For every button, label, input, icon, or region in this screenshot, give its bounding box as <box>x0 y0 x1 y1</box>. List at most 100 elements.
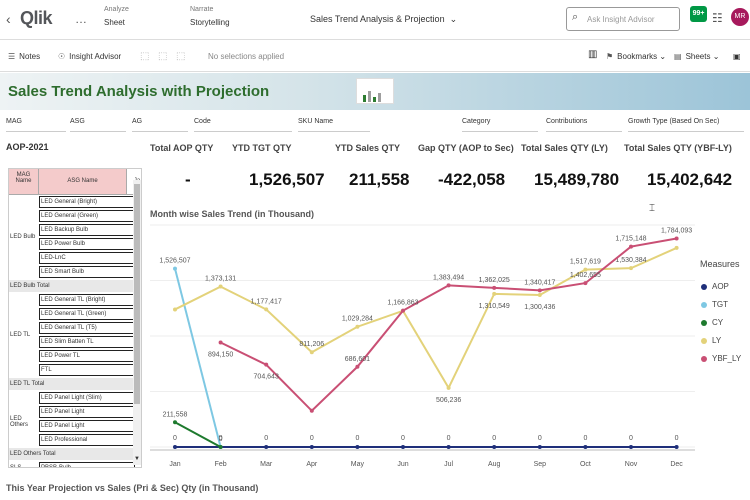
kpi-label-ytd-tgt: YTD TGT QTY <box>232 143 292 153</box>
layout-icon[interactable]: ▥ <box>588 49 597 60</box>
filter-contributions[interactable]: Contributions <box>546 118 622 132</box>
table-header-asg[interactable]: ASG Name <box>39 169 127 195</box>
legend-dot-icon <box>701 301 707 308</box>
legend-label: AOP <box>712 282 729 291</box>
table-group-label[interactable]: LED TL <box>9 332 39 338</box>
filter-code[interactable]: Code <box>194 118 292 132</box>
legend-item[interactable]: LY <box>701 336 721 345</box>
data-point-aop <box>537 445 542 449</box>
table-row[interactable]: LED-LnC <box>39 252 135 264</box>
legend-item[interactable]: AOP <box>701 282 729 291</box>
legend-item[interactable]: TGT <box>701 300 728 309</box>
back-chevron-icon[interactable]: ‹ <box>6 11 11 27</box>
toolbar: ☰ Notes ☉ Insight Advisor ⬚ ⬚ ⬚ No selecti… <box>0 40 750 72</box>
table-row[interactable]: LED Professional <box>39 434 135 446</box>
filter-sku-name[interactable]: SKU Name <box>298 118 370 132</box>
legend-label: CY <box>712 318 724 327</box>
analyze-tab[interactable]: Analyze Sheet <box>104 6 129 27</box>
series-line-ybf_ly <box>220 237 677 413</box>
table-row[interactable]: LED General TL (Bright) <box>39 294 135 306</box>
selection-forward-icon[interactable]: ⬚ <box>158 51 167 62</box>
data-point-aop <box>674 445 679 449</box>
data-point-aop <box>173 445 177 449</box>
table-row[interactable]: LED Slim Batten TL <box>39 336 135 348</box>
table-row[interactable]: PBSB-Bulb <box>39 462 135 467</box>
table-group-label[interactable]: LED Others <box>9 416 39 428</box>
x-tick-label: Aug <box>488 461 501 468</box>
pivot-table[interactable]: MAG Name ASG Name Ja LED General (Bright… <box>8 168 142 468</box>
table-row[interactable]: LED General (Bright) <box>39 196 135 208</box>
notes-label: Notes <box>19 52 41 61</box>
mini-chart-thumbnail <box>356 78 394 104</box>
table-row[interactable]: LED Backup Bulb <box>39 224 135 236</box>
data-label-ly: 506,236 <box>436 397 461 404</box>
table-row[interactable]: LED Panel Light <box>39 420 135 432</box>
notification-badge: 99+ <box>692 10 705 17</box>
x-tick-label: Feb <box>215 461 227 468</box>
sidebar-toggle-icon[interactable]: ▣ <box>733 52 741 61</box>
analyze-value: Sheet <box>104 18 125 27</box>
x-tick-label: Nov <box>625 461 638 468</box>
mini-chart-icon <box>363 91 381 102</box>
table-row[interactable]: LED Smart Bulb <box>39 266 135 278</box>
legend-item[interactable]: CY <box>701 318 723 327</box>
data-label-ybf_ly: 686,601 <box>345 356 370 363</box>
insight-search[interactable]: ⌕ Ask Insight Advisor <box>566 7 680 31</box>
data-label-ybf_ly: 704,643 <box>254 374 279 381</box>
table-group-label[interactable]: LED Bulb <box>9 234 39 240</box>
table-row[interactable]: LED Power TL <box>39 350 135 362</box>
table-group-label[interactable]: SLS <box>9 465 39 467</box>
avatar[interactable]: MR <box>731 8 749 26</box>
avatar-initials: MR <box>734 13 746 20</box>
table-row[interactable]: FTL <box>39 364 135 376</box>
bookmarks-button[interactable]: ⚑ Bookmarks ⌄ <box>606 52 666 61</box>
data-point-ybf_ly <box>401 308 405 313</box>
kpi-value-ytd-tgt: 1,526,507 <box>249 170 325 189</box>
sheets-button[interactable]: ▤ Sheets ⌄ <box>674 52 719 61</box>
table-row[interactable]: LED General TL (Green) <box>39 308 135 320</box>
data-label-aop: 0 <box>264 435 268 442</box>
table-row[interactable]: LED Panel Light (Slim) <box>39 392 135 404</box>
selection-back-icon[interactable]: ⬚ <box>140 51 149 62</box>
notes-button[interactable]: ☰ Notes <box>8 52 40 61</box>
data-point-aop <box>309 445 314 449</box>
table-row[interactable]: LED Panel Light <box>39 406 135 418</box>
data-label-ybf_ly: 1,166,863 <box>387 300 418 307</box>
data-label-tgt: 1,526,507 <box>159 258 190 265</box>
table-row[interactable]: LED General TL (T5) <box>39 322 135 334</box>
data-point-ly <box>264 307 269 312</box>
kpi-label-total-aop: Total AOP QTY <box>150 143 214 153</box>
app-title-dropdown[interactable]: Sales Trend Analysis & Projection ⌄ <box>310 14 457 25</box>
table-scrollbar[interactable] <box>133 180 141 465</box>
filter-ag[interactable]: AG <box>132 118 188 132</box>
table-header-mag[interactable]: MAG Name <box>9 169 39 195</box>
filter-growth-type[interactable]: Growth Type (Based On Sec) <box>628 118 744 132</box>
data-point-ybf_ly <box>355 364 360 369</box>
scrollbar-thumb[interactable] <box>134 184 140 404</box>
more-options-icon[interactable]: … <box>75 12 87 26</box>
narrate-value: Storytelling <box>190 18 230 27</box>
notification-bell-icon[interactable]: 99+ <box>690 6 707 22</box>
x-tick-label: May <box>351 461 365 468</box>
data-point-cy <box>173 420 177 425</box>
filter-asg[interactable]: ASG <box>70 118 126 132</box>
kpi-value-sales-ybf: 15,402,642 <box>647 170 733 189</box>
table-row[interactable]: LED General (Green) <box>39 210 135 222</box>
kpi-value-sales-ly: 15,489,780 <box>534 170 620 189</box>
legend-item[interactable]: YBF_LY <box>701 354 741 363</box>
data-label-aop: 0 <box>492 435 496 442</box>
app-grid-icon[interactable]: ☷ <box>712 11 723 25</box>
filter-category[interactable]: Category <box>462 118 538 132</box>
insight-advisor-button[interactable]: ☉ Insight Advisor <box>58 52 121 61</box>
filter-mag[interactable]: MAG <box>6 118 66 132</box>
qlik-logo[interactable]: Qlik <box>20 8 53 29</box>
data-label-aop: 0 <box>219 435 223 442</box>
data-point-ybf_ly <box>446 283 451 288</box>
data-label-ly: 811,206 <box>299 341 324 348</box>
kpi-value-ytd-sales: 211,558 <box>349 170 410 189</box>
kpi-label-sales-ybf: Total Sales QTY (YBF-LY) <box>624 143 732 153</box>
clear-selections-icon[interactable]: ⬚ <box>176 51 185 62</box>
narrate-tab[interactable]: Narrate Storytelling <box>190 6 230 27</box>
scroll-down-icon[interactable]: ▼ <box>134 456 140 462</box>
table-row[interactable]: LED Power Bulb <box>39 238 135 250</box>
